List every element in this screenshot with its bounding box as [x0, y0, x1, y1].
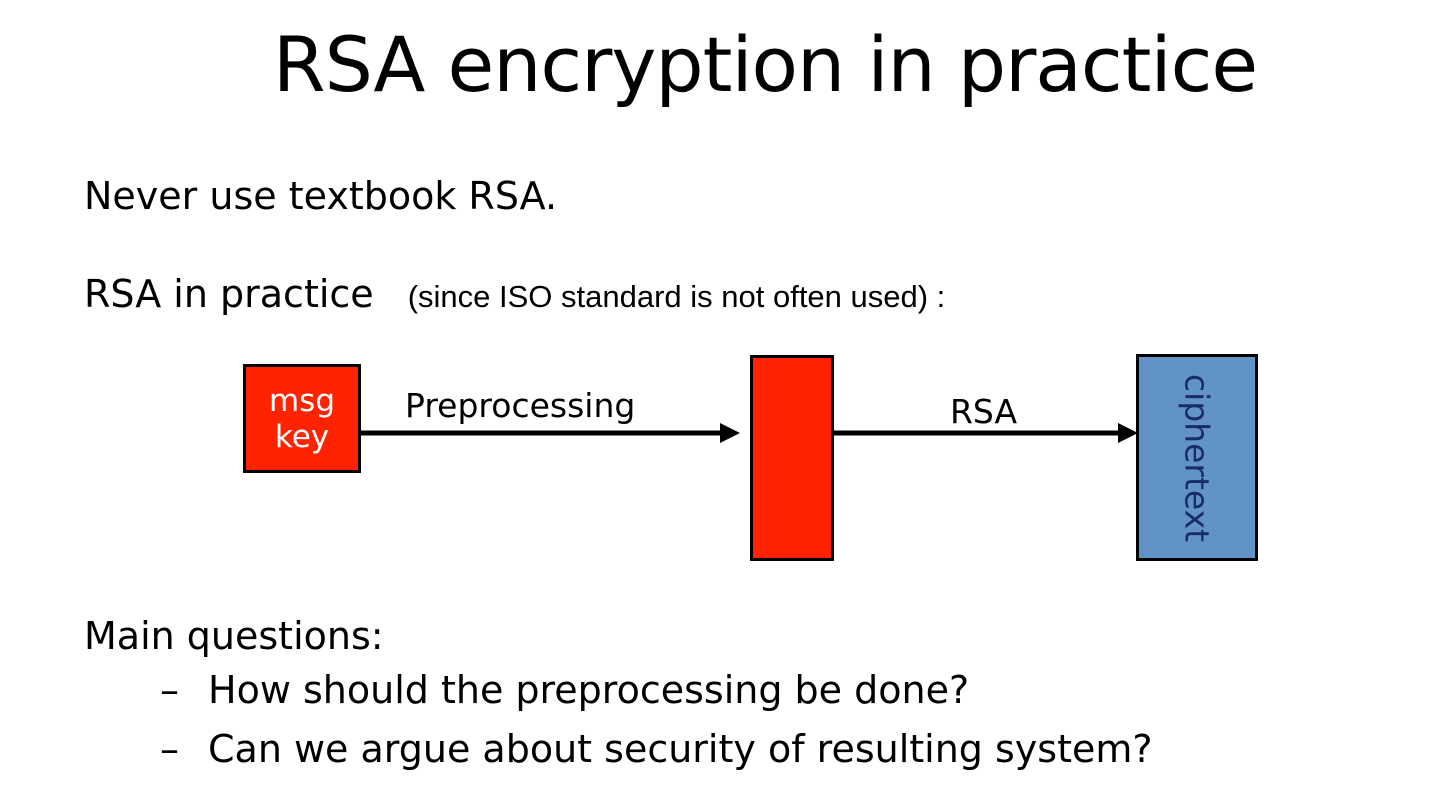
preprocessing-arrowhead	[720, 423, 740, 443]
main-questions-heading: Main questions:	[84, 614, 384, 658]
preprocessed-block-box	[750, 355, 834, 561]
question-item: – How should the preprocessing be done?	[160, 668, 969, 712]
ciphertext-label: ciphertext	[1177, 373, 1217, 542]
bullet-dash: –	[160, 727, 179, 771]
preprocessing-label: Preprocessing	[405, 386, 636, 425]
question-text: How should the preprocessing be done?	[208, 668, 970, 712]
question-text: Can we argue about security of resulting…	[208, 727, 1153, 771]
bullet-dash: –	[160, 668, 179, 712]
question-item: – Can we argue about security of resultin…	[160, 727, 1153, 771]
ciphertext-box: ciphertext	[1136, 354, 1258, 561]
rsa-arrowhead	[1118, 423, 1138, 443]
rsa-label: RSA	[950, 392, 1018, 431]
